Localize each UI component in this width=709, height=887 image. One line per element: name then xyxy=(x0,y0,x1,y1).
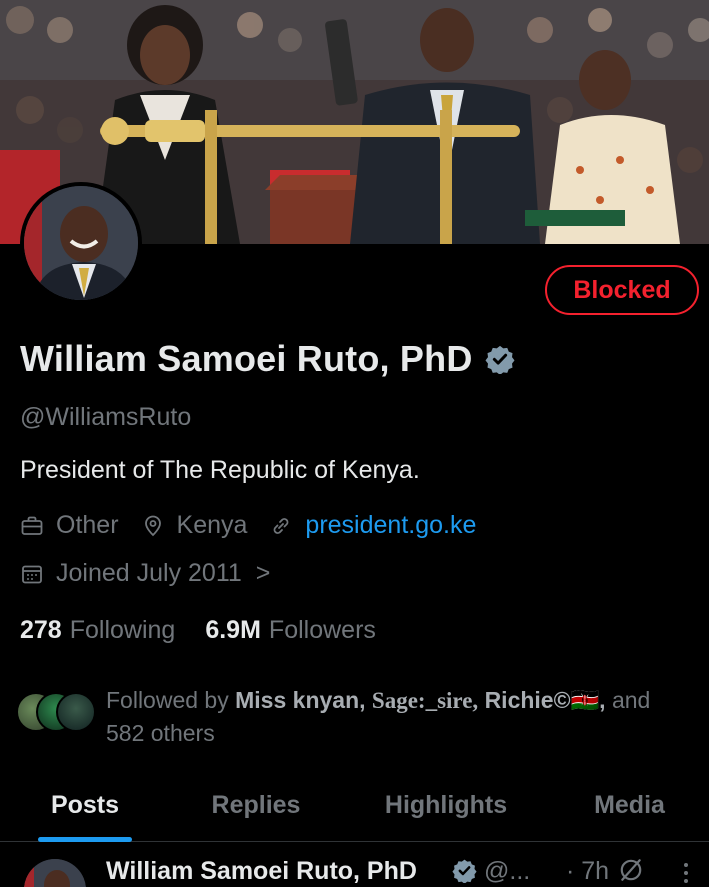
profile-name: William Samoei Ruto, PhD xyxy=(20,338,473,379)
calendar-icon xyxy=(22,565,42,583)
tab-label: Posts xyxy=(50,791,120,819)
joined-text: Joined July 2011 xyxy=(56,559,242,587)
location-text: Kenya xyxy=(176,511,248,539)
followed-by[interactable]: Followed by Miss knyan, Sage:_sire, Rich… xyxy=(16,684,686,749)
profile-meta-row: Other Kenya president.go.ke xyxy=(20,511,498,540)
post-author-name[interactable]: William Samoei Ruto, PhD xyxy=(106,857,417,886)
post-author-handle: @... xyxy=(484,857,531,885)
followers-label: Followers xyxy=(268,616,376,644)
follower-name: Richie©🇰🇪, xyxy=(484,687,606,713)
joined-item[interactable]: Joined July 2011 > xyxy=(20,559,270,588)
followers-stat[interactable]: 6.9M Followers xyxy=(205,616,376,645)
blocked-button[interactable]: Blocked xyxy=(545,265,699,315)
followed-by-text: Followed by Miss knyan, Sage:_sire, Rich… xyxy=(106,684,686,749)
location-item: Kenya xyxy=(141,511,248,540)
joined-row[interactable]: Joined July 2011 > xyxy=(20,559,292,588)
profile-bio: President of The Republic of Kenya. xyxy=(20,456,420,484)
post-author-avatar[interactable] xyxy=(24,859,86,887)
tab-label: Highlights xyxy=(384,791,508,819)
followed-by-others: 582 others xyxy=(106,720,215,746)
tab-label: Media xyxy=(594,791,665,819)
follower-name: Miss knyan, xyxy=(235,687,366,713)
briefcase-icon xyxy=(21,516,43,535)
tab-posts[interactable]: Posts xyxy=(0,770,170,842)
followed-by-prefix: Followed by xyxy=(106,687,229,713)
following-stat[interactable]: 278 Following xyxy=(20,616,175,645)
post-timestamp[interactable]: · 7h xyxy=(566,857,609,886)
following-count: 278 xyxy=(20,616,62,644)
chevron-right-icon[interactable]: > xyxy=(256,559,271,588)
tab-label: Replies xyxy=(211,791,301,819)
verified-badge-icon xyxy=(452,859,477,883)
profile-tabs: Posts Replies Highlights Media xyxy=(0,770,709,842)
verified-badge-icon[interactable] xyxy=(485,344,515,374)
profile-handle: @WilliamsRuto xyxy=(20,403,192,431)
followers-count: 6.9M xyxy=(205,616,261,644)
profile-avatar[interactable] xyxy=(20,182,142,304)
following-label: Following xyxy=(69,616,176,644)
more-vertical-icon[interactable] xyxy=(676,861,696,885)
follower-name: Sage:_sire, xyxy=(371,688,479,713)
followed-by-suffix: and xyxy=(611,687,651,713)
location-pin-icon xyxy=(144,515,161,536)
follower-avatar xyxy=(56,692,96,732)
website-item[interactable]: president.go.ke xyxy=(269,511,476,540)
category-item: Other xyxy=(20,511,119,540)
tab-replies[interactable]: Replies xyxy=(170,770,342,841)
follower-facepile xyxy=(16,692,98,736)
tab-highlights[interactable]: Highlights xyxy=(342,770,550,841)
category-text: Other xyxy=(56,511,119,539)
tab-media[interactable]: Media xyxy=(550,770,709,841)
avatar-image xyxy=(24,186,138,300)
tab-active-indicator xyxy=(38,837,132,842)
website-link[interactable]: president.go.ke xyxy=(305,511,476,540)
profile-stats: 278 Following 6.9M Followers xyxy=(20,616,406,645)
link-icon xyxy=(274,517,289,534)
post-item[interactable]: William Samoei Ruto, PhD @... · 7h xyxy=(0,843,709,887)
grok-icon[interactable] xyxy=(618,857,644,883)
profile-name-row: William Samoei Ruto, PhD xyxy=(20,338,515,380)
